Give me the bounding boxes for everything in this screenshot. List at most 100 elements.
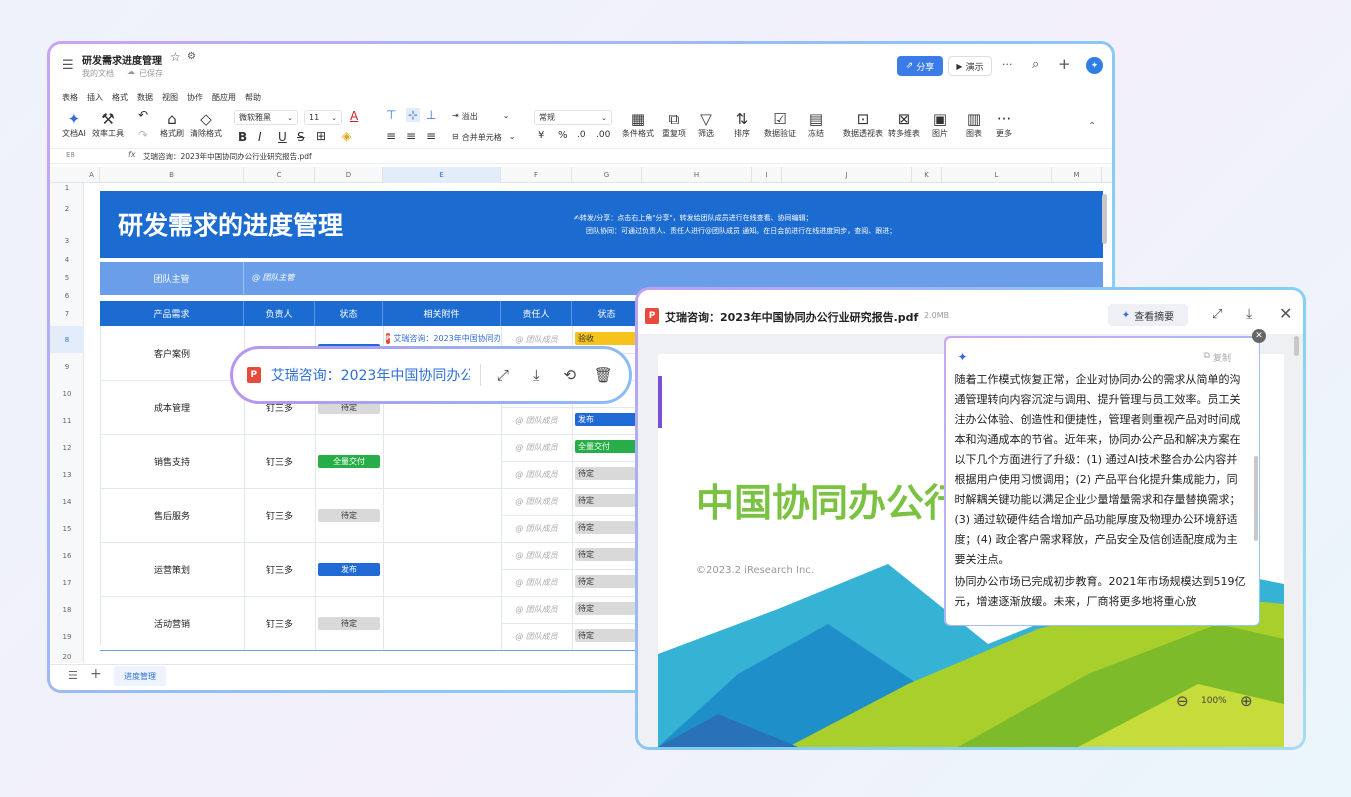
owner-cell[interactable]: 钉三多 (244, 488, 315, 542)
download-icon[interactable]: ⤓ (1246, 306, 1252, 322)
font-color-button[interactable]: A (350, 109, 358, 123)
align-bottom-icon[interactable]: ⊥ (426, 108, 436, 122)
member-mention[interactable]: @ 团队成员 (501, 515, 572, 542)
row-header[interactable]: 19 (50, 623, 84, 650)
column-header-m[interactable]: M (1052, 167, 1102, 183)
row-header[interactable]: 20 (50, 650, 84, 664)
attachment-link[interactable]: 艾瑞咨询：2023年中国协同办公行业研究报告.pdf (393, 333, 500, 344)
strikethrough-button[interactable]: S (297, 130, 305, 144)
sub-status-tag[interactable]: 待定 (575, 602, 639, 615)
avatar[interactable]: ✦ (1086, 57, 1103, 74)
undo-icon[interactable]: ↶ (138, 108, 148, 122)
formula-input[interactable]: 艾瑞咨询：2023年中国协同办公行业研究报告.pdf (143, 151, 312, 162)
more-menu-button[interactable]: ··· (1002, 58, 1013, 71)
align-center-icon[interactable]: ≡ (406, 129, 416, 143)
status-tag[interactable]: 发布 (318, 563, 380, 576)
decrease-decimal-icon[interactable]: .0 (577, 130, 586, 140)
popup-file-name[interactable]: 艾瑞咨询：2023年中国协同办公... (271, 365, 470, 385)
zoom-in-icon[interactable]: ⊕ (1240, 692, 1253, 710)
sub-status-tag[interactable]: 待定 (575, 494, 639, 507)
column-header-f[interactable]: F (501, 167, 572, 183)
product-cell[interactable]: 售后服务 (100, 488, 244, 542)
row-header[interactable]: 13 (50, 461, 84, 488)
sub-status-tag[interactable]: 待定 (575, 629, 639, 642)
data-validation-button[interactable]: ☑ 数据验证 (764, 110, 796, 139)
member-mention[interactable]: @ 团队成员 (501, 596, 572, 623)
row-header[interactable]: 18 (50, 596, 84, 623)
column-header-l[interactable]: L (942, 167, 1052, 183)
banner-title[interactable]: 研发需求的进度管理 (118, 206, 343, 242)
collapse-toolbar-icon[interactable]: ⌃ (1088, 121, 1096, 132)
product-cell[interactable]: 客户案例 (100, 326, 244, 380)
banner-note-share[interactable]: ✍转发/分享：点击右上角"分享"，转发给团队成员进行在线查看、协同编辑； (574, 213, 813, 223)
product-cell[interactable]: 销售支持 (100, 434, 244, 488)
doc-location[interactable]: 我的文档 (82, 68, 114, 79)
menu-item-apps[interactable]: 酷应用 (212, 92, 236, 103)
menu-item-insert[interactable]: 插入 (87, 92, 103, 103)
menu-item-help[interactable]: 帮助 (245, 92, 261, 103)
row-header[interactable]: 16 (50, 542, 84, 569)
sub-status-tag[interactable]: 待定 (575, 548, 639, 561)
doc-ai-button[interactable]: ✦ 文档AI (62, 110, 86, 139)
add-icon[interactable]: + (1058, 55, 1071, 73)
member-mention[interactable]: @ 团队成员 (501, 407, 572, 434)
clear-format-button[interactable]: ◇ 清除格式 (190, 110, 222, 139)
sub-status-tag[interactable]: 待定 (575, 521, 639, 534)
align-top-icon[interactable]: ⊤ (386, 108, 396, 122)
insert-image-button[interactable]: ▣ 图片 (932, 110, 948, 139)
sub-status-tag[interactable]: 待定 (575, 467, 639, 480)
download-icon[interactable]: ⤓ (525, 366, 548, 384)
bold-button[interactable]: B (238, 130, 247, 144)
fullscreen-icon[interactable]: ⤢ (1212, 307, 1222, 322)
preview-scrollbar[interactable] (1294, 336, 1299, 356)
column-header-g[interactable]: G (572, 167, 642, 183)
column-header-b[interactable]: B (100, 167, 244, 183)
percent-button[interactable]: % (558, 130, 568, 141)
summary-scrollbar[interactable] (1253, 455, 1258, 541)
menu-item-table[interactable]: 表格 (62, 92, 78, 103)
merge-cells-button[interactable]: ⊟ 合并单元格 ⌄ (452, 132, 515, 143)
row-header[interactable]: 9 (50, 353, 84, 380)
menu-item-data[interactable]: 数据 (137, 92, 153, 103)
delete-icon[interactable]: 🗑 (592, 366, 615, 384)
vertical-scrollbar[interactable] (1102, 194, 1107, 244)
align-right-icon[interactable]: ≡ (426, 129, 436, 143)
row-header[interactable]: 2 (50, 194, 84, 224)
row-header[interactable]: 17 (50, 569, 84, 596)
member-mention[interactable]: @ 团队成员 (501, 461, 572, 488)
zoom-out-icon[interactable]: ⊖ (1176, 692, 1189, 710)
row-header[interactable]: 7 (50, 301, 84, 326)
close-summary-icon[interactable]: ✕ (1252, 329, 1266, 343)
product-cell[interactable]: 成本管理 (100, 380, 244, 434)
sub-status-tag[interactable]: 待定 (575, 575, 639, 588)
text-overflow-select[interactable]: ⇥ 溢出 ⌄ (452, 111, 509, 122)
owner-cell[interactable]: 钉三多 (244, 596, 315, 650)
status-tag[interactable]: 待定 (318, 617, 380, 630)
menu-item-format[interactable]: 格式 (112, 92, 128, 103)
copy-button[interactable]: ⧉ 复制 (1204, 351, 1231, 364)
row-header[interactable]: 15 (50, 515, 84, 542)
sub-status-tag[interactable]: 验收 (575, 332, 639, 345)
sub-status-tag[interactable]: 全量交付 (575, 440, 639, 453)
status-tag[interactable]: 待定 (318, 509, 380, 522)
column-header-k[interactable]: K (912, 167, 942, 183)
star-icon[interactable]: ☆ (170, 50, 181, 64)
align-left-icon[interactable]: ≡ (386, 129, 396, 143)
sheet-list-icon[interactable]: ☰ (68, 669, 78, 682)
header-owner[interactable]: 负责人 (244, 301, 315, 326)
header-sub-status[interactable]: 状态 (572, 301, 642, 326)
team-lead-label[interactable]: 团队主管 (100, 262, 244, 295)
column-header-h[interactable]: H (642, 167, 752, 183)
to-dashboard-button[interactable]: ⊠ 转多维表 (888, 110, 920, 139)
column-header-d[interactable]: D (315, 167, 383, 183)
owner-cell[interactable]: 钉三多 (244, 434, 315, 488)
increase-decimal-icon[interactable]: .00 (596, 130, 610, 140)
number-format-select[interactable]: 常规 ⌄ (534, 110, 612, 125)
close-icon[interactable]: ✕ (1279, 304, 1292, 323)
row-header[interactable]: 4 (50, 254, 84, 266)
member-mention[interactable]: @ 团队成员 (501, 488, 572, 515)
column-header-j[interactable]: J (782, 167, 912, 183)
doc-title[interactable]: 研发需求进度管理 (82, 52, 162, 67)
header-assignee[interactable]: 责任人 (501, 301, 572, 326)
attachment-cell[interactable]: P 艾瑞咨询：2023年中国协同办公行业研究报告.pdf (386, 331, 500, 345)
